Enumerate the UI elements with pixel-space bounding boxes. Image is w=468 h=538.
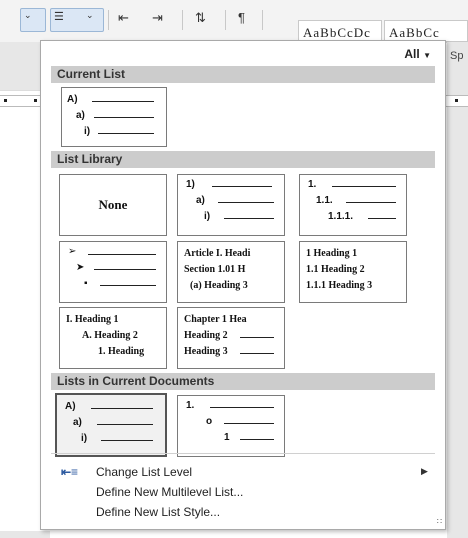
ribbon-separator	[108, 10, 109, 30]
ribbon: ⌄ ☰ ⌄ ⇤ ⇥ ⇅ ¶ AaBbCcDc AaBbCc	[0, 0, 468, 43]
menu-separator	[51, 453, 435, 454]
heading-preview-text: Heading 3	[184, 346, 228, 357]
library-tile-heading-outline[interactable]: I. Heading 1 A. Heading 2 1. Heading	[59, 307, 167, 369]
current-list-tile[interactable]: A) a) i)	[61, 87, 167, 147]
increase-indent-icon[interactable]: ⇥	[152, 10, 163, 26]
ruler-tick	[34, 99, 37, 102]
section-lists-in-current-documents: Lists in Current Documents	[51, 373, 435, 390]
list-line	[240, 337, 274, 338]
define-list-style-item[interactable]: Define New List Style...	[96, 505, 220, 519]
ribbon-separator	[262, 10, 263, 30]
style-name-fragment: Sp	[450, 50, 464, 62]
heading-preview-text: 1. Heading	[98, 346, 145, 357]
list-marker: 1	[224, 432, 230, 443]
ribbon-separator	[225, 10, 226, 30]
chevron-down-icon[interactable]: ⌄	[86, 10, 94, 21]
change-list-level-item[interactable]: Change List Level	[96, 465, 192, 479]
change-list-level-icon: ⇤≡	[61, 465, 79, 479]
heading-preview-text: (a) Heading 3	[190, 280, 248, 291]
library-tile-none[interactable]: None	[59, 174, 167, 236]
list-marker: 1.1.1.	[328, 211, 354, 222]
list-line	[240, 439, 274, 440]
list-line	[346, 202, 396, 203]
list-marker: a)	[73, 417, 82, 428]
list-line	[218, 202, 274, 203]
none-label: None	[98, 197, 128, 212]
bullet-arrowhead-icon: ➤	[76, 262, 85, 273]
list-marker: 1.	[186, 400, 195, 411]
right-margin-area	[447, 42, 468, 538]
ruler-tick	[455, 99, 458, 102]
library-tile-bullets[interactable]: ➢ ➤ ▪	[59, 241, 167, 303]
list-marker: A)	[65, 401, 76, 412]
sort-icon[interactable]: ⇅	[195, 10, 206, 26]
list-marker: i)	[84, 126, 91, 137]
list-line	[224, 218, 274, 219]
multilevel-list-gallery: All ▼ Current List A) a) i) List Library…	[40, 40, 446, 530]
submenu-arrow-icon: ▶	[421, 466, 428, 476]
list-marker: i)	[81, 433, 88, 444]
library-tile-article[interactable]: Article I. Headi Section 1.01 H (a) Head…	[177, 241, 285, 303]
list-line	[88, 254, 156, 255]
list-line	[94, 117, 154, 118]
dropdown-chevron-icon[interactable]: ⌄	[24, 10, 32, 21]
filter-label: All	[404, 47, 420, 61]
ruler-tick	[4, 99, 7, 102]
list-marker: a)	[76, 110, 85, 121]
list-line	[224, 423, 274, 424]
heading-preview-text: 1.1 Heading 2	[306, 264, 365, 275]
bullet-arrow-icon: ➢	[68, 246, 77, 257]
document-list-tile-alpha[interactable]: A) a) i)	[55, 393, 167, 457]
heading-preview-text: Section 1.01 H	[184, 264, 246, 275]
heading-preview-text: A. Heading 2	[82, 330, 138, 341]
list-line	[92, 101, 154, 102]
define-multilevel-list-item[interactable]: Define New Multilevel List...	[96, 485, 243, 499]
list-marker: i)	[204, 211, 211, 222]
list-marker: A)	[67, 94, 78, 105]
list-line	[91, 408, 153, 409]
list-line	[97, 424, 153, 425]
heading-preview-text: Article I. Headi	[184, 248, 251, 259]
library-tile-decimal[interactable]: 1. 1.1. 1.1.1.	[299, 174, 407, 236]
decrease-indent-icon[interactable]: ⇤	[118, 10, 129, 26]
list-marker: 1.1.	[316, 195, 333, 206]
library-tile-heading-decimal[interactable]: 1 Heading 1 1.1 Heading 2 1.1.1 Heading …	[299, 241, 407, 303]
list-line	[368, 218, 396, 219]
list-line	[94, 269, 156, 270]
list-line	[100, 285, 156, 286]
chevron-down-icon: ▼	[423, 51, 431, 60]
section-list-library: List Library	[51, 151, 435, 168]
style-preview-normal[interactable]: AaBbCcDc	[298, 20, 382, 42]
section-current-list: Current List	[51, 66, 435, 83]
list-marker: a)	[196, 195, 205, 206]
heading-preview-text: 1 Heading 1	[306, 248, 358, 259]
ribbon-separator	[182, 10, 183, 30]
list-marker: 1)	[186, 179, 195, 190]
heading-preview-text: Chapter 1 Hea	[184, 314, 247, 325]
list-line	[212, 186, 272, 187]
library-tile-chapter[interactable]: Chapter 1 Hea Heading 2 Heading 3	[177, 307, 285, 369]
heading-preview-text: Heading 2	[184, 330, 228, 341]
resize-grip-icon[interactable]: ∷	[437, 517, 442, 526]
list-marker: 1.	[308, 179, 317, 190]
list-line	[240, 353, 274, 354]
multilevel-list-icon[interactable]: ☰	[54, 10, 64, 23]
style-preview-no-spacing[interactable]: AaBbCc	[384, 20, 468, 42]
document-list-tile-mixed[interactable]: 1. o 1	[177, 395, 285, 457]
list-line	[332, 186, 396, 187]
list-line	[98, 133, 154, 134]
list-line	[101, 440, 153, 441]
heading-preview-text: 1.1.1 Heading 3	[306, 280, 373, 291]
heading-preview-text: I. Heading 1	[66, 314, 119, 325]
filter-dropdown[interactable]: All ▼	[404, 47, 431, 61]
show-formatting-icon[interactable]: ¶	[238, 10, 245, 25]
list-marker: o	[206, 416, 213, 427]
bullet-square-icon: ▪	[84, 278, 88, 289]
list-line	[210, 407, 274, 408]
library-tile-numbered[interactable]: 1) a) i)	[177, 174, 285, 236]
